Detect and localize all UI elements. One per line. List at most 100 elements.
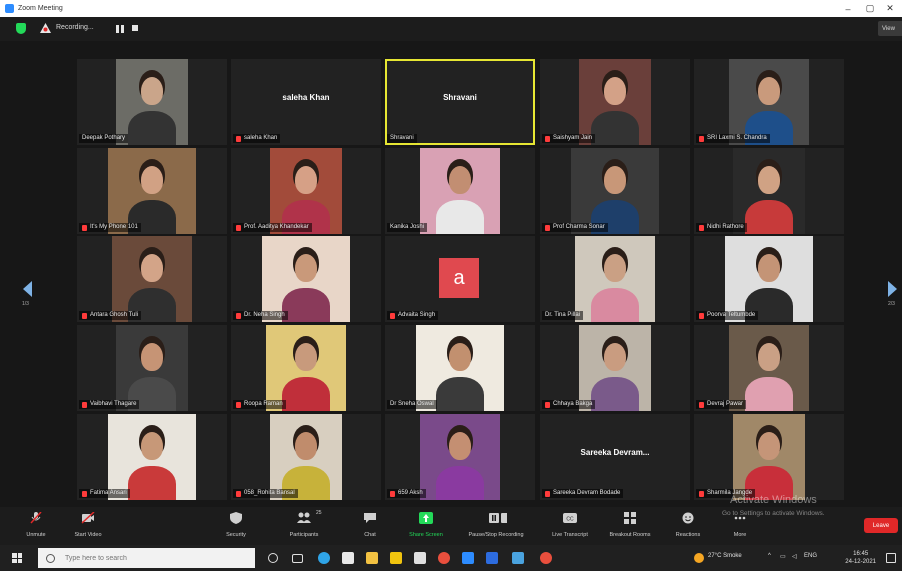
participant-tile[interactable]: Sareeka Devram... Sareeka Devram Bodade	[540, 414, 690, 500]
windows-taskbar: 27°C Smoke ^ ▭ ◁ ENG 16:45 24-12-2021	[0, 545, 902, 571]
store-icon[interactable]	[366, 552, 378, 564]
recording-label: Recording...	[56, 24, 94, 31]
view-button[interactable]: View	[878, 21, 902, 36]
page-indicator-right: 2/3	[888, 301, 895, 307]
live-transcript-label: Live Transcript	[552, 532, 588, 538]
participant-name-tag: Deepak Pothary	[79, 134, 129, 143]
participant-name: Nidhi Rathore	[707, 224, 744, 230]
participant-name: Fatima Ansari	[90, 490, 127, 496]
taskbar-search-input[interactable]	[65, 554, 245, 562]
participant-face	[758, 166, 780, 194]
zoom-taskbar-icon[interactable]	[462, 552, 474, 564]
participant-tile[interactable]: Dr. Neha Singh	[231, 236, 381, 322]
chat-button[interactable]: Chat	[340, 510, 400, 538]
participant-tile[interactable]: Deepak Pothary	[77, 59, 227, 145]
reactions-button[interactable]: Reactions	[658, 510, 718, 538]
participant-body	[436, 200, 484, 234]
word-icon[interactable]	[486, 552, 498, 564]
chrome-icon[interactable]	[438, 552, 450, 564]
mail-icon[interactable]	[342, 552, 354, 564]
photos-icon[interactable]	[414, 552, 426, 564]
participant-name: Advaita Singh	[398, 312, 436, 318]
muted-mic-icon	[236, 401, 241, 408]
task-view-icon[interactable]	[292, 554, 303, 563]
participant-tile[interactable]: Saishyam Jain	[540, 59, 690, 145]
unmute-button[interactable]: Unmute	[6, 510, 66, 538]
participant-avatar: a	[439, 258, 479, 298]
participant-tile[interactable]: Sharmila Jangde	[694, 414, 844, 500]
participant-tile[interactable]: Shravani Shravani	[385, 59, 535, 145]
participant-tile[interactable]: Antara Ghosh Tuli	[77, 236, 227, 322]
participant-tile[interactable]: Vaibhavi Thagare	[77, 325, 227, 411]
chat-label: Chat	[364, 532, 376, 538]
taskbar-clock[interactable]: 16:45 24-12-2021	[845, 550, 876, 566]
participant-tile[interactable]: Poorva Teltumbde	[694, 236, 844, 322]
participant-tile[interactable]: Dr. Tina Pillai	[540, 236, 690, 322]
muted-mic-icon	[390, 312, 395, 319]
muted-mic-icon	[236, 224, 241, 231]
participant-name: Dr. Neha Singh	[244, 312, 285, 318]
participant-tile[interactable]: saleha Khan saleha Khan	[231, 59, 381, 145]
svg-text:CC: CC	[566, 517, 574, 523]
participant-tile[interactable]: Devraj Pawar	[694, 325, 844, 411]
cortana-icon[interactable]	[268, 553, 278, 563]
language-indicator[interactable]: ENG	[804, 553, 817, 559]
participant-tile[interactable]: Dr Sneha Oswal	[385, 325, 535, 411]
participant-tile[interactable]: Prof Charma Sonar	[540, 148, 690, 234]
live-transcript-button[interactable]: CC Live Transcript	[540, 510, 600, 538]
participant-name: Prof Charma Sonar	[553, 224, 605, 230]
participant-face	[141, 254, 163, 282]
muted-mic-icon	[699, 224, 704, 231]
notification-icon[interactable]	[886, 553, 896, 563]
meeting-info-shield-icon[interactable]	[16, 23, 26, 34]
participant-body	[128, 111, 176, 145]
participant-video	[579, 325, 651, 411]
participant-name-tag: Nidhi Rathore	[696, 223, 747, 232]
participant-video	[420, 414, 500, 500]
recording-icon	[40, 23, 51, 33]
participant-tile[interactable]: 659 Aksh	[385, 414, 535, 500]
participant-video	[270, 148, 342, 234]
participant-tile[interactable]: Chhaya Bakga	[540, 325, 690, 411]
stop-recording-icon[interactable]	[132, 25, 138, 31]
participant-name: Deepak Pothary	[82, 135, 126, 141]
app-icon[interactable]	[512, 552, 524, 564]
volume-icon[interactable]: ◁	[792, 553, 797, 560]
weather-text[interactable]: 27°C Smoke	[708, 553, 742, 559]
pause-recording-icon[interactable]	[116, 25, 124, 33]
muted-mic-icon	[82, 490, 87, 497]
participant-name-tag: 058_Rohita Bansal	[233, 489, 298, 498]
participant-face	[295, 254, 317, 282]
participant-tile[interactable]: Nidhi Rathore	[694, 148, 844, 234]
share-screen-button[interactable]: Share Screen	[396, 510, 456, 538]
participant-face	[141, 343, 163, 371]
tray-chevron-icon[interactable]: ^	[768, 553, 771, 559]
participant-tile[interactable]: 058_Rohita Bansal	[231, 414, 381, 500]
participant-tile[interactable]: Prof. Aaditya Khandekar	[231, 148, 381, 234]
close-button[interactable]: ✕	[878, 0, 902, 17]
pause-stop-recording-button[interactable]: Pause/Stop Recording	[466, 510, 526, 538]
browser-icon[interactable]	[540, 552, 552, 564]
participant-tile[interactable]: Fatima Ansari	[77, 414, 227, 500]
participant-tile[interactable]: It's My Phone 101	[77, 148, 227, 234]
taskbar-search-box[interactable]	[38, 548, 255, 568]
participant-name: 659 Aksh	[398, 490, 423, 496]
edge-browser-icon[interactable]	[318, 552, 330, 564]
breakout-rooms-button[interactable]: Breakout Rooms	[600, 510, 660, 538]
security-button[interactable]: Security	[206, 510, 266, 538]
participants-button[interactable]: 25 Participants	[274, 510, 334, 538]
participant-tile[interactable]: SRI Laxmi S. Chandra	[694, 59, 844, 145]
start-video-button[interactable]: Start Video	[58, 510, 118, 538]
participant-face	[604, 254, 626, 282]
file-explorer-icon[interactable]	[390, 552, 402, 564]
leave-button[interactable]: Leave	[864, 518, 898, 533]
participant-tile[interactable]: Roopa Raman	[231, 325, 381, 411]
minimize-button[interactable]: –	[836, 0, 860, 17]
participant-video	[575, 236, 655, 322]
participant-face	[295, 432, 317, 460]
participant-tile[interactable]: a Advaita Singh	[385, 236, 535, 322]
windows-start-icon[interactable]	[12, 553, 22, 563]
network-icon[interactable]: ▭	[780, 553, 786, 560]
muted-mic-icon	[545, 401, 550, 408]
participant-tile[interactable]: Kanika Joshi	[385, 148, 535, 234]
